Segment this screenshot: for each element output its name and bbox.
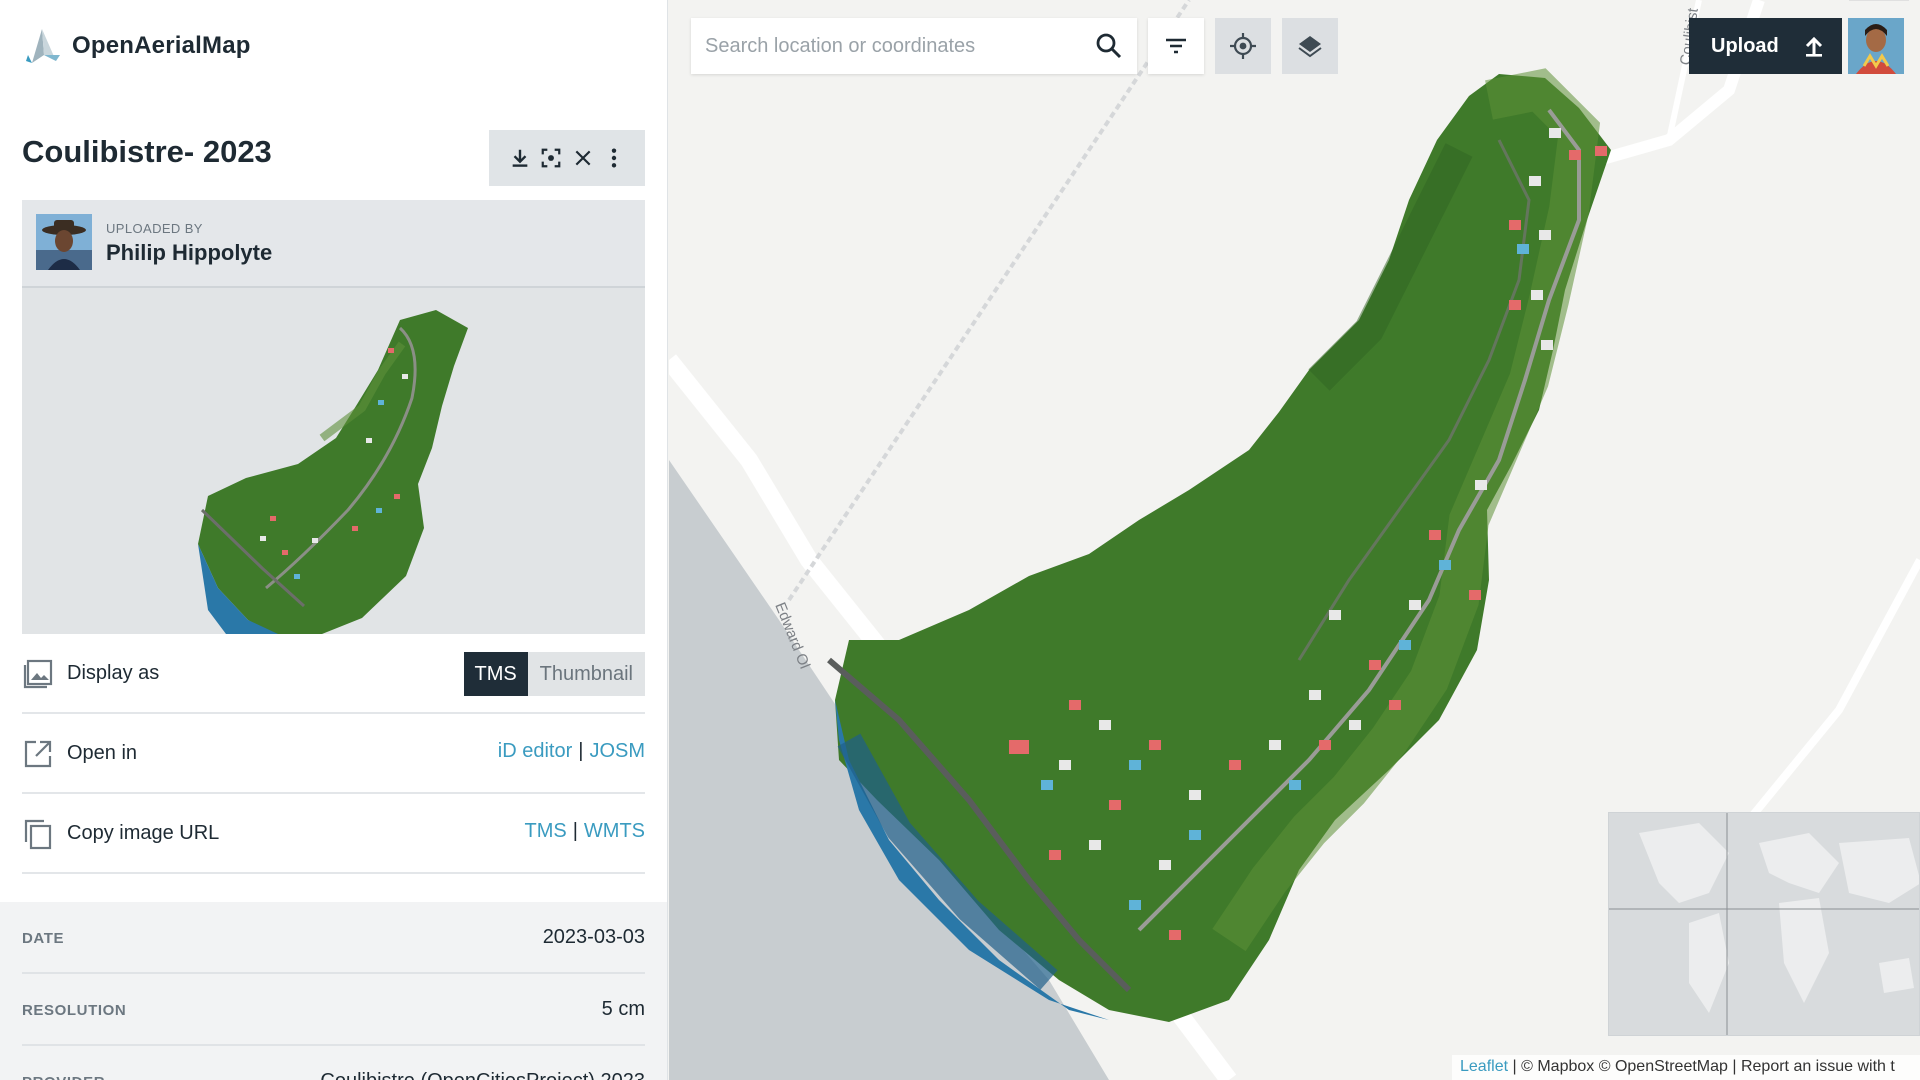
display-as-label: Display as [67, 662, 160, 684]
map-attribution: Leaflet | © Mapbox © OpenStreetMap | Rep… [1452, 1055, 1920, 1080]
copy-url-label: Copy image URL [67, 822, 220, 844]
josm-link[interactable]: JOSM [589, 740, 645, 762]
external-link-icon [24, 740, 52, 768]
meta-row-resolution: RESOLUTION 5 cm [22, 974, 645, 1046]
copy-url-row: Copy image URL TMS | WMTS [22, 794, 645, 874]
open-in-row: Open in iD editor | JOSM [22, 714, 645, 794]
layers-button[interactable] [1282, 18, 1338, 74]
attribution-separator: | [1732, 1058, 1737, 1075]
locate-icon [1230, 33, 1256, 59]
minimap[interactable] [1608, 812, 1920, 1036]
filter-button[interactable] [1148, 18, 1204, 74]
uploader-label: UPLOADED BY [106, 221, 203, 236]
display-as-row: Display as TMS Thumbnail [22, 634, 645, 714]
leaflet-link[interactable]: Leaflet [1460, 1058, 1508, 1075]
search-box [691, 18, 1137, 74]
upload-button[interactable]: Upload [1689, 18, 1842, 74]
open-in-separator: | [578, 740, 584, 762]
meta-value: Coulibistre (OpenCitiesProject) 2023 [320, 1070, 645, 1080]
upload-icon [1805, 36, 1823, 57]
app-name: OpenAerialMap [72, 32, 251, 59]
openaerialmap-logo [26, 29, 60, 63]
meta-row-date: DATE 2023-03-03 [22, 902, 645, 974]
download-icon[interactable] [507, 145, 533, 171]
upload-label: Upload [1711, 34, 1779, 57]
metadata-panel: DATE 2023-03-03 RESOLUTION 5 cm PROVIDER… [0, 902, 667, 1080]
copy-icon [24, 819, 52, 850]
open-in-label: Open in [67, 742, 138, 764]
meta-key: DATE [22, 930, 65, 947]
more-vert-icon[interactable] [601, 145, 627, 171]
meta-key: RESOLUTION [22, 1002, 127, 1019]
image-thumbnail [22, 288, 645, 634]
uploader-avatar [36, 214, 92, 270]
attribution-separator: | [1512, 1058, 1517, 1075]
brand[interactable]: OpenAerialMap [22, 24, 251, 68]
osm-credit[interactable]: © OpenStreetMap [1599, 1058, 1728, 1075]
meta-value: 5 cm [601, 998, 645, 1020]
wmts-url-link[interactable]: WMTS [584, 820, 645, 842]
sidebar: OpenAerialMap Coulibistre- 2023 UPLOADED… [0, 0, 668, 1080]
search-input[interactable] [691, 18, 1071, 74]
image-header: Coulibistre- 2023 [22, 128, 645, 186]
tms-toggle[interactable]: TMS [463, 652, 528, 696]
id-editor-link[interactable]: iD editor [498, 740, 572, 762]
filter-icon [1166, 38, 1186, 54]
image-icon [23, 659, 53, 689]
thumbnail-toggle[interactable]: Thumbnail [527, 652, 645, 696]
image-actions [489, 130, 645, 186]
page-title: Coulibistre- 2023 [22, 134, 272, 169]
uploader-card: UPLOADED BY Philip Hippolyte [22, 200, 645, 288]
search-icon[interactable] [1095, 32, 1123, 60]
locate-button[interactable] [1215, 18, 1271, 74]
copy-url-separator: | [572, 820, 578, 842]
copy-url-links: TMS | WMTS [524, 820, 645, 843]
display-toggle: TMS Thumbnail [463, 652, 645, 696]
open-in-links: iD editor | JOSM [498, 740, 645, 763]
tms-url-link[interactable]: TMS [524, 820, 566, 842]
zoom-to-extent-icon[interactable] [538, 145, 564, 171]
user-avatar[interactable] [1848, 18, 1904, 74]
layers-icon [1298, 36, 1322, 58]
mapbox-credit[interactable]: © Mapbox [1521, 1058, 1594, 1075]
meta-value: 2023-03-03 [542, 926, 645, 948]
close-icon[interactable] [570, 145, 596, 171]
uploader-name[interactable]: Philip Hippolyte [106, 240, 272, 266]
meta-key: PROVIDER [22, 1074, 105, 1080]
report-issue-link[interactable]: Report an issue with t [1741, 1058, 1895, 1075]
meta-row-provider: PROVIDER Coulibistre (OpenCitiesProject)… [22, 1046, 645, 1080]
